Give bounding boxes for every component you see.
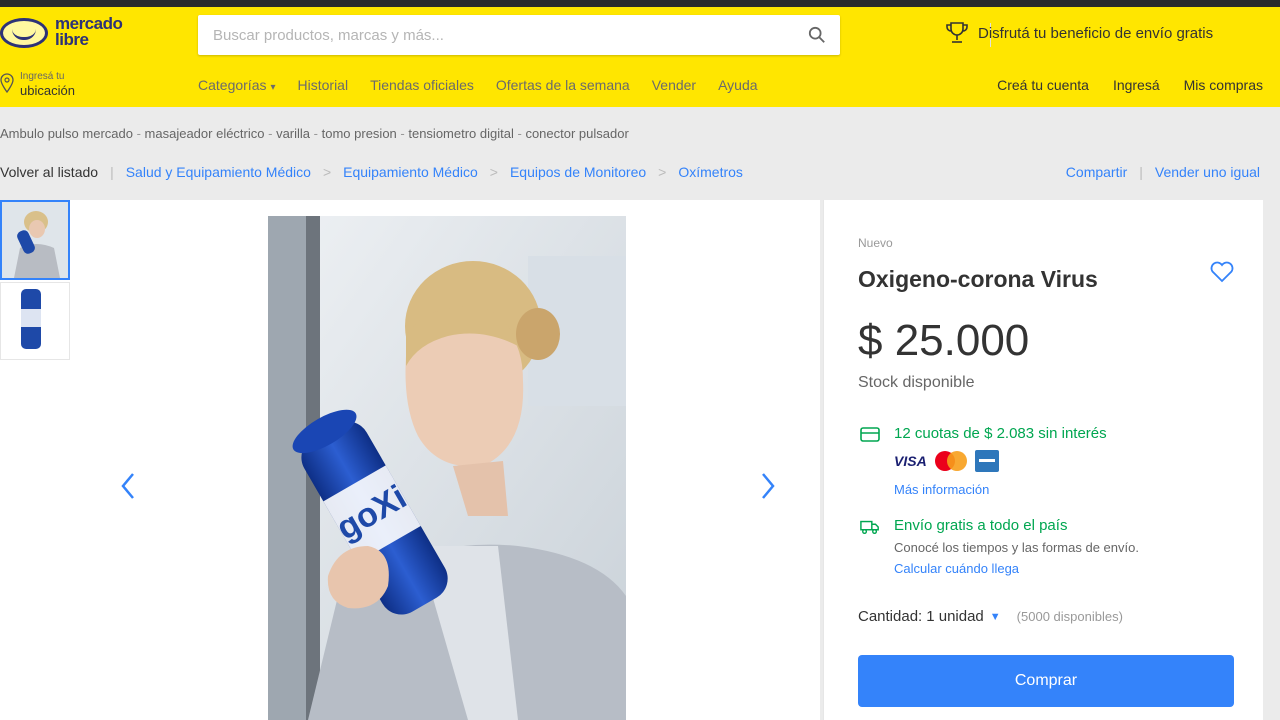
- related-search-item[interactable]: tensiometro digital: [400, 126, 513, 141]
- nav-historial[interactable]: Historial: [298, 77, 349, 93]
- next-image-arrow-icon[interactable]: [758, 470, 778, 502]
- credit-card-icon: [860, 427, 880, 442]
- header: mercado libre Disfrutá tu beneficio de e…: [0, 7, 1280, 107]
- chevron-down-icon: ▾: [270, 82, 276, 93]
- share-actions: Compartir | Vender uno igual: [1066, 164, 1260, 180]
- location-pin-icon: [0, 73, 14, 93]
- nav-ayuda[interactable]: Ayuda: [718, 77, 757, 93]
- favorite-heart-icon[interactable]: [1209, 260, 1235, 284]
- installments-text: 12 cuotas de $ 2.083 sin interés: [894, 425, 1107, 442]
- calculate-shipping-link[interactable]: Calcular cuándo llega: [894, 561, 1019, 576]
- breadcrumb-item[interactable]: Equipamiento Médico: [343, 164, 478, 180]
- related-searches: Ambulo pulso mercado masajeador eléctric…: [0, 126, 629, 141]
- account-nav: Creá tu cuenta Ingresá Mis compras: [973, 77, 1263, 93]
- handshake-icon: [0, 18, 48, 48]
- product-gallery: goXi: [0, 200, 820, 720]
- related-search-item[interactable]: varilla: [268, 126, 310, 141]
- related-search-item[interactable]: Ambulo pulso mercado: [0, 126, 133, 141]
- nav-categorias-label: Categorías: [198, 77, 267, 93]
- breadcrumb-chevron: >: [489, 164, 498, 180]
- create-account-link[interactable]: Creá tu cuenta: [997, 77, 1089, 93]
- breadcrumb-chevron: >: [658, 164, 667, 180]
- nav-categorias[interactable]: Categorías ▾: [198, 77, 276, 93]
- promo-banner[interactable]: Disfrutá tu beneficio de envío gratis: [946, 21, 1213, 45]
- nav-ofertas[interactable]: Ofertas de la semana: [496, 77, 630, 93]
- share-separator: |: [1139, 164, 1143, 180]
- top-strip: [0, 0, 1280, 7]
- share-link[interactable]: Compartir: [1066, 164, 1127, 180]
- my-purchases-link[interactable]: Mis compras: [1184, 77, 1263, 93]
- back-to-list-link[interactable]: Volver al listado: [0, 164, 98, 180]
- amex-logo: [974, 450, 999, 472]
- product-condition: Nuevo: [858, 236, 893, 250]
- quantity-available: (5000 disponibles): [1016, 609, 1123, 624]
- thumbnail-woman-image: [2, 202, 68, 278]
- promo-text: Disfrutá tu beneficio de envío gratis: [978, 24, 1214, 42]
- shipping-title: Envío gratis a todo el país: [894, 517, 1068, 534]
- location-label: Ingresá tu: [20, 71, 65, 82]
- login-link[interactable]: Ingresá: [1113, 77, 1160, 93]
- shipping-subtitle: Conocé los tiempos y las formas de envío…: [894, 540, 1139, 555]
- sell-similar-link[interactable]: Vender uno igual: [1155, 164, 1260, 180]
- search-icon[interactable]: [808, 26, 826, 44]
- quantity-selector[interactable]: Cantidad: 1 unidad ▼ (5000 disponibles): [858, 608, 1123, 625]
- visa-logo: VISA: [894, 453, 927, 469]
- product-main-image[interactable]: goXi: [268, 216, 626, 720]
- logo-text: mercado libre: [55, 15, 123, 49]
- chevron-down-icon: ▼: [989, 610, 1001, 623]
- related-search-item[interactable]: tomo presion: [314, 126, 397, 141]
- nav-tiendas-oficiales[interactable]: Tiendas oficiales: [370, 77, 474, 93]
- thumbnail-can-image: [1, 283, 67, 359]
- payment-methods: VISA: [894, 450, 999, 472]
- related-search-item[interactable]: masajeador eléctrico: [137, 126, 265, 141]
- related-search-item[interactable]: conector pulsador: [517, 126, 628, 141]
- quantity-label: Cantidad:: [858, 608, 923, 625]
- logo-text-line2: libre: [55, 30, 89, 49]
- trophy-icon: [946, 22, 968, 43]
- product-info-panel: Nuevo Oxigeno-corona Virus $ 25.000 Stoc…: [823, 200, 1263, 720]
- buy-box: Nuevo Oxigeno-corona Virus $ 25.000 Stoc…: [823, 200, 1263, 720]
- shipping-truck-icon: [860, 520, 879, 535]
- mastercard-logo: [934, 450, 967, 472]
- thumbnail-1[interactable]: [0, 200, 70, 280]
- more-info-link[interactable]: Más información: [894, 482, 989, 497]
- thumbnail-2[interactable]: [0, 282, 70, 360]
- woman-drinking-oxygen-image: goXi: [268, 216, 626, 720]
- buy-button[interactable]: Comprar: [858, 655, 1234, 707]
- breadcrumb-item[interactable]: Equipos de Monitoreo: [510, 164, 646, 180]
- mercadolibre-logo[interactable]: mercado libre: [0, 13, 150, 53]
- breadcrumb-separator: |: [110, 164, 114, 180]
- nav-vender[interactable]: Vender: [652, 77, 696, 93]
- previous-image-arrow-icon[interactable]: [118, 470, 138, 502]
- breadcrumb: Volver al listado | Salud y Equipamiento…: [0, 164, 743, 180]
- breadcrumb-item[interactable]: Oxímetros: [678, 164, 743, 180]
- search-bar: [198, 15, 991, 55]
- product-title: Oxigeno-corona Virus: [858, 266, 1098, 292]
- stock-status: Stock disponible: [858, 374, 975, 391]
- search-input[interactable]: [198, 15, 788, 55]
- breadcrumb-chevron: >: [322, 164, 332, 180]
- quantity-value: 1 unidad: [926, 608, 984, 625]
- breadcrumb-item[interactable]: Salud y Equipamiento Médico: [126, 164, 311, 180]
- location-value: ubicación: [20, 83, 75, 98]
- main-nav: Categorías ▾ Historial Tiendas oficiales …: [198, 77, 780, 93]
- product-price: $ 25.000: [858, 316, 1030, 365]
